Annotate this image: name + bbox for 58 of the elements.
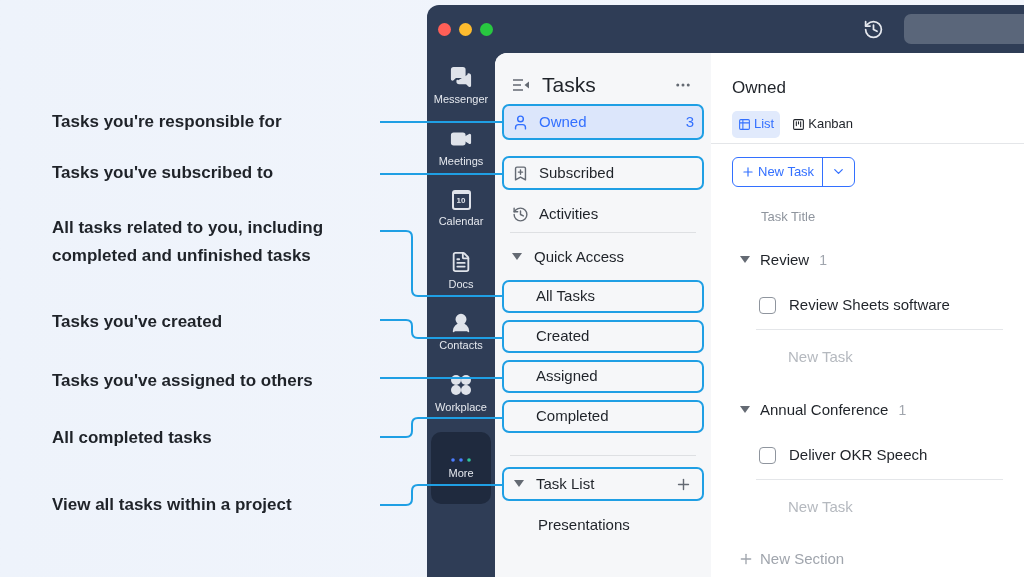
search-field[interactable] — [904, 14, 1024, 44]
collapse-icon[interactable] — [512, 78, 530, 92]
section-header[interactable]: Annual Conference 1 — [732, 398, 907, 422]
maximize-icon[interactable] — [480, 22, 493, 36]
history-icon[interactable] — [863, 18, 884, 40]
minimize-icon[interactable] — [459, 22, 472, 36]
caret-icon[interactable] — [740, 256, 750, 264]
caret-icon[interactable] — [514, 480, 524, 488]
callout-text: All tasks related to you, including completed and unfinished tasks — [52, 217, 325, 267]
calendar-icon: 10 — [451, 190, 471, 211]
task-title[interactable]: Review Sheets software — [789, 294, 950, 317]
nav-item[interactable]: Completed — [502, 400, 704, 433]
column-header: Task Title — [761, 207, 817, 226]
nav-item[interactable]: Activities — [502, 198, 704, 230]
rail-item[interactable]: Meetings — [431, 116, 491, 178]
board-icon — [792, 117, 806, 131]
section-header[interactable]: Task List — [502, 467, 704, 501]
chat-bubbles-icon — [450, 66, 472, 89]
task-checkbox[interactable] — [759, 446, 776, 464]
rail-item[interactable]: Contacts — [431, 301, 491, 363]
task-title[interactable]: Deliver OKR Speech — [789, 444, 928, 467]
rail-item[interactable]: Messenger — [431, 55, 491, 117]
sidebar-title: Tasks — [542, 72, 597, 99]
rail-item[interactable]: Docs — [431, 239, 491, 301]
person-icon — [512, 113, 529, 131]
section-header[interactable]: Quick Access — [502, 241, 704, 273]
nav-item[interactable]: All Tasks — [502, 280, 704, 313]
callout-text: Tasks you've created — [52, 311, 224, 333]
caret-icon[interactable] — [740, 406, 750, 414]
task-checkbox[interactable] — [759, 296, 776, 314]
nav-item[interactable]: Created — [502, 320, 704, 353]
plus-icon — [741, 164, 755, 179]
nav-item[interactable]: Assigned — [502, 360, 704, 393]
callout-text: Tasks you've subscribed to — [52, 162, 275, 184]
history-icon — [512, 205, 529, 223]
page-title: Owned — [732, 78, 786, 97]
document-icon — [450, 250, 472, 273]
section-label: Task List — [536, 473, 596, 494]
rail-item[interactable]: Workplace — [431, 362, 491, 424]
callout-text: View all tasks within a project — [52, 494, 293, 516]
person-icon — [450, 312, 472, 335]
callout-text: Tasks you're responsible for — [52, 111, 283, 133]
callout-text: All completed tasks — [52, 427, 213, 449]
callout-text: Tasks you've assigned to others — [52, 370, 314, 392]
table-icon — [738, 117, 751, 131]
rail-item[interactable]: More — [431, 432, 491, 504]
view-tab[interactable]: List — [732, 110, 781, 138]
close-icon[interactable] — [438, 22, 451, 36]
nav-item[interactable]: Owned 3 — [502, 104, 704, 140]
caret-icon[interactable] — [512, 253, 522, 261]
bookmark-icon — [512, 164, 529, 182]
four-circles-icon — [450, 373, 472, 396]
view-tab[interactable]: Kanban — [786, 110, 860, 138]
nav-item[interactable]: Subscribed — [502, 156, 704, 190]
list-item[interactable]: Presentations — [502, 509, 704, 541]
rail-item[interactable]: 10 Calendar — [431, 178, 491, 240]
dots-icon — [451, 457, 471, 462]
section-header[interactable]: Review 1 — [732, 248, 827, 272]
